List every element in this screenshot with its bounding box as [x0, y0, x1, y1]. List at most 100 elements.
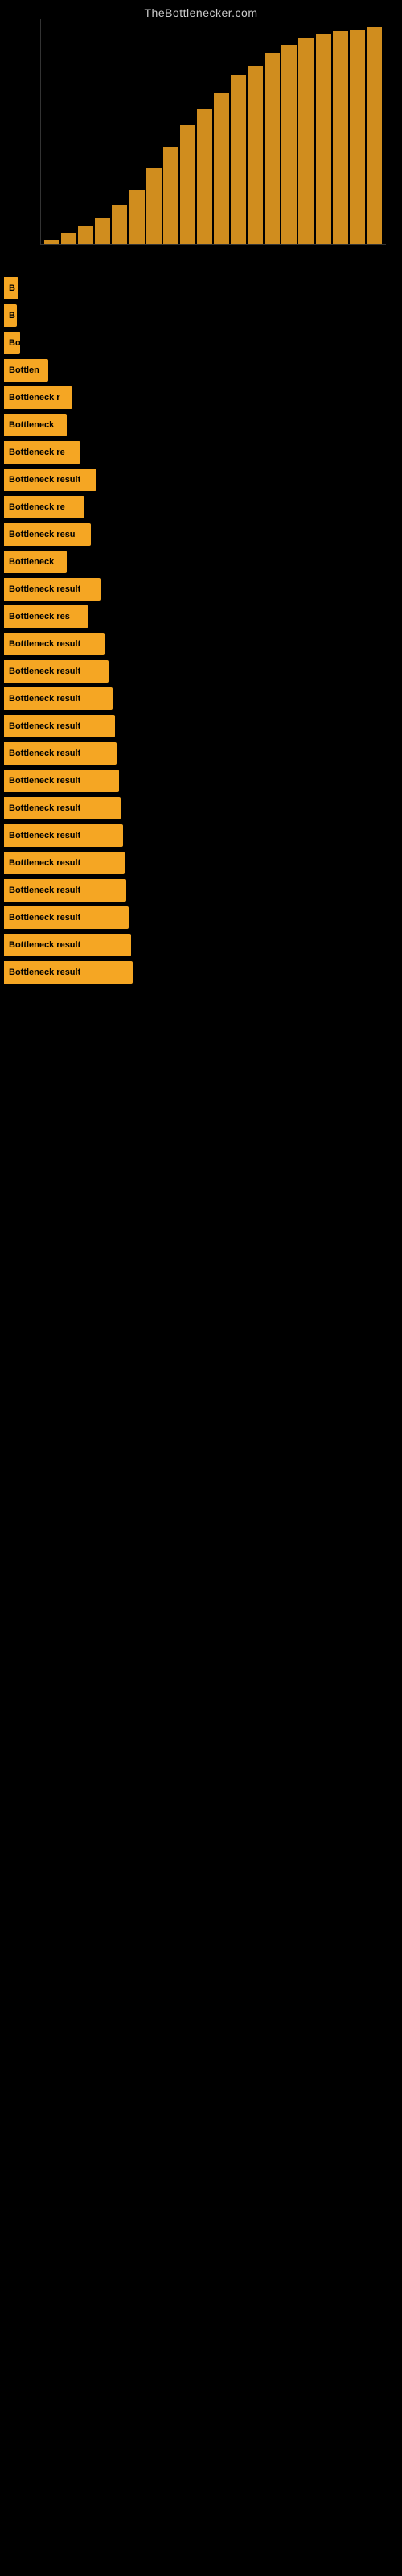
bottleneck-bar-14: Bottleneck result [4, 633, 105, 655]
bottleneck-label-12: Bottleneck result [9, 584, 80, 594]
bottleneck-item-12: Bottleneck result [4, 578, 402, 601]
chart-bar-17 [333, 31, 348, 244]
bottleneck-item-17: Bottleneck result [4, 715, 402, 737]
chart-bar-16 [316, 34, 331, 244]
bottleneck-label-7: Bottleneck re [9, 448, 65, 457]
bottleneck-bar-1: B [4, 277, 18, 299]
bottleneck-bar-19: Bottleneck result [4, 770, 119, 792]
bottleneck-bar-18: Bottleneck result [4, 742, 117, 765]
bottleneck-bar-3: Bo [4, 332, 20, 354]
chart-bar-14 [281, 45, 297, 244]
bottleneck-label-21: Bottleneck result [9, 831, 80, 840]
bottleneck-item-3: Bo [4, 332, 402, 354]
x-axis [40, 244, 386, 245]
chart-bar-13 [265, 53, 280, 244]
bottleneck-bar-5: Bottleneck r [4, 386, 72, 409]
bottleneck-bar-20: Bottleneck result [4, 797, 121, 819]
chart-bar-6 [146, 168, 162, 244]
chart-bar-3 [95, 218, 110, 244]
site-title: TheBottlenecker.com [0, 0, 402, 19]
chart-bar-10 [214, 93, 229, 244]
bottleneck-label-20: Bottleneck result [9, 803, 80, 813]
bottleneck-label-23: Bottleneck result [9, 886, 80, 895]
chart-bar-1 [61, 233, 76, 244]
bottleneck-item-7: Bottleneck re [4, 441, 402, 464]
bottleneck-item-15: Bottleneck result [4, 660, 402, 683]
chart-bar-0 [44, 240, 59, 244]
bottleneck-item-23: Bottleneck result [4, 879, 402, 902]
bottleneck-item-9: Bottleneck re [4, 496, 402, 518]
bottleneck-label-26: Bottleneck result [9, 968, 80, 977]
bottleneck-label-11: Bottleneck [9, 557, 54, 567]
bottleneck-label-9: Bottleneck re [9, 502, 65, 512]
bottleneck-item-18: Bottleneck result [4, 742, 402, 765]
bottleneck-item-25: Bottleneck result [4, 934, 402, 956]
bottleneck-item-26: Bottleneck result [4, 961, 402, 984]
bottleneck-item-4: Bottlen [4, 359, 402, 382]
bottleneck-bar-6: Bottleneck [4, 414, 67, 436]
bottleneck-bar-4: Bottlen [4, 359, 48, 382]
chart-bars [44, 27, 382, 244]
bottleneck-label-24: Bottleneck result [9, 913, 80, 923]
bottleneck-item-5: Bottleneck r [4, 386, 402, 409]
bottleneck-label-5: Bottleneck r [9, 393, 60, 402]
chart-area [16, 19, 386, 261]
bottleneck-bar-7: Bottleneck re [4, 441, 80, 464]
bottleneck-item-20: Bottleneck result [4, 797, 402, 819]
bottleneck-bar-23: Bottleneck result [4, 879, 126, 902]
bottleneck-bar-9: Bottleneck re [4, 496, 84, 518]
chart-bar-11 [231, 75, 246, 244]
bottleneck-item-21: Bottleneck result [4, 824, 402, 847]
bottleneck-item-14: Bottleneck result [4, 633, 402, 655]
bottleneck-bar-22: Bottleneck result [4, 852, 125, 874]
chart-bar-15 [298, 38, 314, 244]
bottleneck-label-3: Bo [9, 338, 20, 348]
bottleneck-label-1: B [9, 283, 15, 293]
bottleneck-bar-12: Bottleneck result [4, 578, 100, 601]
bottleneck-item-2: B [4, 304, 402, 327]
bottleneck-bar-21: Bottleneck result [4, 824, 123, 847]
bottleneck-label-15: Bottleneck result [9, 667, 80, 676]
bottleneck-bar-26: Bottleneck result [4, 961, 133, 984]
bottleneck-bar-11: Bottleneck [4, 551, 67, 573]
bottleneck-label-19: Bottleneck result [9, 776, 80, 786]
bottleneck-label-6: Bottleneck [9, 420, 54, 430]
bottleneck-bar-10: Bottleneck resu [4, 523, 91, 546]
bottleneck-label-2: B [9, 311, 15, 320]
chart-bar-2 [78, 226, 93, 244]
bottleneck-item-10: Bottleneck resu [4, 523, 402, 546]
bottleneck-label-18: Bottleneck result [9, 749, 80, 758]
bottleneck-label-14: Bottleneck result [9, 639, 80, 649]
bottleneck-item-6: Bottleneck [4, 414, 402, 436]
bottleneck-item-8: Bottleneck result [4, 469, 402, 491]
bottleneck-item-11: Bottleneck [4, 551, 402, 573]
bottleneck-bar-17: Bottleneck result [4, 715, 115, 737]
bottleneck-label-4: Bottlen [9, 365, 39, 375]
bottleneck-item-24: Bottleneck result [4, 906, 402, 929]
chart-bar-5 [129, 190, 144, 244]
chart-bar-9 [197, 109, 212, 244]
chart-bar-12 [248, 66, 263, 244]
bottleneck-bar-15: Bottleneck result [4, 660, 109, 683]
chart-bar-7 [163, 147, 178, 244]
bottleneck-item-1: B [4, 277, 402, 299]
bottleneck-item-19: Bottleneck result [4, 770, 402, 792]
bottleneck-item-13: Bottleneck res [4, 605, 402, 628]
chart-bar-19 [367, 27, 382, 244]
bottleneck-bar-25: Bottleneck result [4, 934, 131, 956]
bottleneck-label-17: Bottleneck result [9, 721, 80, 731]
y-axis [40, 19, 41, 245]
bottleneck-label-13: Bottleneck res [9, 612, 70, 621]
bottleneck-bar-16: Bottleneck result [4, 687, 113, 710]
bottleneck-bar-24: Bottleneck result [4, 906, 129, 929]
bottleneck-item-16: Bottleneck result [4, 687, 402, 710]
bottleneck-bar-13: Bottleneck res [4, 605, 88, 628]
bottleneck-label-10: Bottleneck resu [9, 530, 76, 539]
bottleneck-bar-2: B [4, 304, 17, 327]
chart-bar-8 [180, 125, 195, 244]
chart-bar-4 [112, 205, 127, 244]
bottleneck-label-25: Bottleneck result [9, 940, 80, 950]
bottleneck-label-8: Bottleneck result [9, 475, 80, 485]
chart-bar-18 [350, 30, 365, 244]
bottleneck-item-22: Bottleneck result [4, 852, 402, 874]
